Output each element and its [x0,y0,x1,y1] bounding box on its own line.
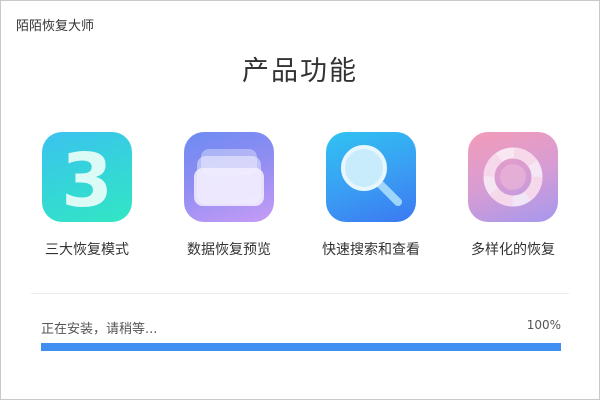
number-three-glyph: 3 [61,138,113,222]
feature-label: 多样化的恢复 [471,242,555,258]
installer-window: 陌陌恢复大师 产品功能 3 三大恢复模式 数据恢复预览 快速搜索和查看 多样化的… [0,0,600,400]
page-title: 产品功能 [242,56,358,87]
progress-bar [41,343,561,351]
magnifier-icon [326,132,416,222]
number-three-icon: 3 [42,132,132,222]
feature-label: 三大恢复模式 [45,242,129,258]
feature-list: 3 三大恢复模式 数据恢复预览 快速搜索和查看 多样化的恢复 [1,132,599,262]
app-title: 陌陌恢复大师 [16,19,95,34]
feature-recovery-modes: 3 三大恢复模式 [17,132,157,259]
ring-icon [468,132,558,222]
progress-percentage: 100% [526,318,561,332]
feature-label: 数据恢复预览 [187,242,271,258]
stacked-cards-icon [184,132,274,222]
divider [31,293,569,294]
feature-data-preview: 数据恢复预览 [159,132,299,259]
feature-label: 快速搜索和查看 [322,242,420,258]
feature-diverse-recovery: 多样化的恢复 [443,132,583,259]
progress-bar-fill [41,343,561,351]
install-status-text: 正在安装，请稍等... [41,322,158,337]
feature-quick-search: 快速搜索和查看 [301,132,441,259]
